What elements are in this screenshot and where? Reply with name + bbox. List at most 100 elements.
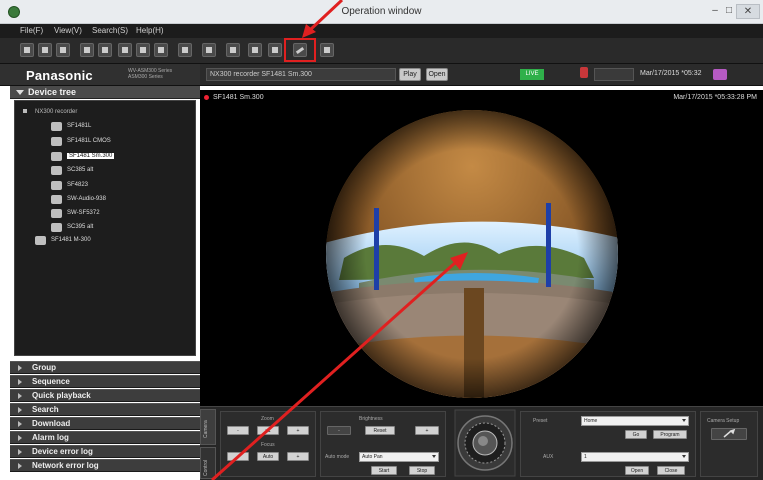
- toolbar-print-icon[interactable]: [320, 43, 334, 57]
- expand-arrow-icon: [18, 407, 22, 413]
- toolbar-user-icon[interactable]: [38, 43, 52, 57]
- expand-arrow-icon: [18, 449, 22, 455]
- toolbar-single-screen-icon[interactable]: [80, 43, 94, 57]
- panel-download[interactable]: Download: [10, 417, 200, 430]
- window-title: Operation window: [341, 6, 422, 17]
- camera-icon: [51, 137, 62, 146]
- auto-mode-stop-button[interactable]: Stop: [409, 466, 435, 475]
- camera-icon: [51, 122, 62, 131]
- preset-program-button[interactable]: Program: [653, 430, 687, 439]
- menu-file[interactable]: File(F): [20, 26, 43, 35]
- toolbar-logout-icon[interactable]: [20, 43, 34, 57]
- camera-setup-group: Camera Setup: [700, 411, 758, 477]
- minimize-button[interactable]: –: [708, 4, 722, 19]
- aux-open-button[interactable]: Open: [625, 466, 649, 475]
- device-tree-panel: NX300 recorder SF1481L SF1481L CMOS SF14…: [14, 100, 196, 356]
- ptz-joystick[interactable]: [454, 409, 516, 477]
- zoom-focus-group: Zoom - x1 + Focus - Auto +: [220, 411, 316, 477]
- camera-icon: [51, 181, 62, 190]
- auto-mode-select[interactable]: Auto Pan: [359, 452, 439, 462]
- toolbar-snapshot-icon[interactable]: [268, 43, 282, 57]
- focus-auto-button[interactable]: Auto: [257, 452, 279, 461]
- auto-mode-label: Auto mode: [325, 454, 350, 460]
- menu-search[interactable]: Search(S): [92, 26, 128, 35]
- zoom-reset-button[interactable]: x1: [257, 426, 279, 435]
- fisheye-video-image[interactable]: [324, 108, 620, 400]
- zoom-in-button[interactable]: +: [287, 426, 309, 435]
- toolbar: [0, 38, 763, 64]
- toolbar-lock-icon[interactable]: [56, 43, 70, 57]
- menu-help[interactable]: Help(H): [136, 26, 164, 35]
- expand-arrow-icon: [18, 379, 22, 385]
- status-bar: NX300 recorder SF1481 Sm.300 Play Open L…: [200, 64, 763, 86]
- tab-camera[interactable]: Camera: [200, 409, 216, 445]
- panel-sequence[interactable]: Sequence: [10, 375, 200, 388]
- brand-subtitle-line2: ASM300 Series: [128, 74, 163, 80]
- camera-viewer[interactable]: SF1481 Sm.300 Mar/17/2015 *05:33:28 PM: [200, 90, 763, 406]
- device-tree-title: Device tree: [28, 87, 77, 97]
- brand-logo: Panasonic: [26, 68, 93, 83]
- toolbar-map-icon[interactable]: [226, 43, 240, 57]
- expand-arrow-icon: [18, 421, 22, 427]
- title-bar: Operation window – □ ✕: [0, 0, 763, 24]
- focus-far-button[interactable]: +: [287, 452, 309, 461]
- viewer-timestamp: Mar/17/2015 *05:33:28 PM: [673, 94, 757, 101]
- camera-icon: [51, 166, 62, 175]
- camera-control-panel: Camera Control Zoom - x1 + Focus - Auto …: [200, 406, 763, 480]
- panel-device-error-log[interactable]: Device error log: [10, 445, 200, 458]
- brightness-up-button[interactable]: +: [415, 426, 439, 435]
- brightness-reset-button[interactable]: Reset: [365, 426, 395, 435]
- zoom-label: Zoom: [261, 416, 274, 422]
- auto-mode-start-button[interactable]: Start: [371, 466, 397, 475]
- camera-setup-button[interactable]: [711, 428, 747, 440]
- zoom-out-button[interactable]: -: [227, 426, 249, 435]
- toolbar-sequence-icon[interactable]: [178, 43, 192, 57]
- panel-group[interactable]: Group: [10, 361, 200, 374]
- toolbar-split-screen-icon[interactable]: [98, 43, 112, 57]
- panel-alarm-log[interactable]: Alarm log: [10, 431, 200, 444]
- camera-name-field: NX300 recorder SF1481 Sm.300: [206, 68, 396, 81]
- preset-select[interactable]: Home: [581, 416, 689, 426]
- camera-icon: [51, 209, 62, 218]
- tab-control[interactable]: Control: [200, 447, 216, 479]
- brightness-group: Brightness - Reset + Auto mode Auto Pan …: [320, 411, 446, 477]
- camera-icon: [51, 195, 62, 204]
- panel-network-error-log[interactable]: Network error log: [10, 459, 200, 472]
- annotation-highlight-box: [284, 38, 316, 62]
- aux-select[interactable]: 1: [581, 452, 689, 462]
- preset-label: Preset: [533, 418, 548, 424]
- open-button[interactable]: Open: [426, 68, 448, 81]
- toolbar-alarm-icon[interactable]: [202, 43, 216, 57]
- chevron-down-icon: [682, 455, 686, 458]
- camera-setup-label: Camera Setup: [707, 418, 740, 424]
- brand-bar: Panasonic WV-ASM300 Series ASM300 Series: [0, 64, 200, 86]
- close-button[interactable]: ✕: [736, 4, 760, 19]
- status-field: [594, 68, 634, 81]
- maximize-button[interactable]: □: [722, 4, 736, 19]
- collapse-triangle-icon: [16, 90, 24, 95]
- panel-search[interactable]: Search: [10, 403, 200, 416]
- expand-icon[interactable]: [23, 109, 27, 114]
- chevron-down-icon: [682, 419, 686, 422]
- event-badge-icon[interactable]: [713, 69, 727, 80]
- camera-icon: [51, 152, 62, 161]
- toolbar-16-screen-icon[interactable]: [154, 43, 168, 57]
- toolbar-log-icon[interactable]: [248, 43, 262, 57]
- toolbar-4-screen-icon[interactable]: [118, 43, 132, 57]
- toolbar-9-screen-icon[interactable]: [136, 43, 150, 57]
- play-button[interactable]: Play: [399, 68, 421, 81]
- focus-label: Focus: [261, 442, 275, 448]
- brightness-down-button[interactable]: -: [327, 426, 351, 435]
- current-datetime: Mar/17/2015 *05:32: [640, 70, 702, 77]
- expand-arrow-icon: [18, 393, 22, 399]
- recording-dot-icon: [204, 94, 209, 100]
- aux-close-button[interactable]: Close: [657, 466, 685, 475]
- menu-view[interactable]: View(V): [54, 26, 82, 35]
- expand-arrow-icon: [18, 365, 22, 371]
- tree-root-recorder[interactable]: NX300 recorder: [23, 109, 77, 115]
- panel-quick-playback[interactable]: Quick playback: [10, 389, 200, 402]
- expand-arrow-icon: [18, 463, 22, 469]
- focus-near-button[interactable]: -: [227, 452, 249, 461]
- device-tree-header[interactable]: Device tree: [10, 86, 200, 99]
- preset-go-button[interactable]: Go: [625, 430, 647, 439]
